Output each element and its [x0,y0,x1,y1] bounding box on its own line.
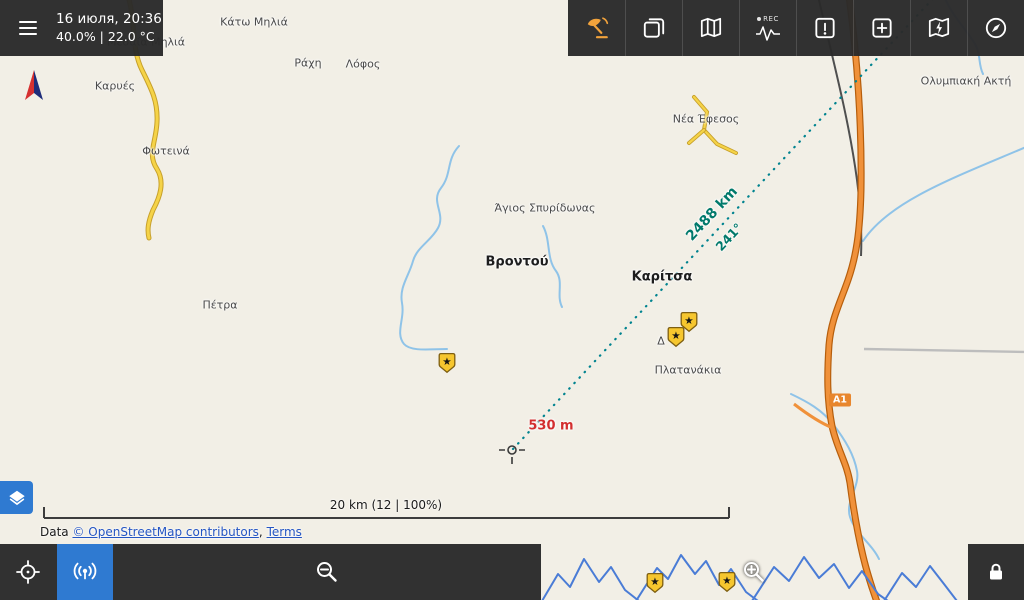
map-source-button[interactable] [625,0,682,56]
zoom-in-button[interactable] [726,544,782,600]
record-dot-icon [757,17,761,21]
folded-map-icon [698,15,724,41]
rec-status: REC [757,15,779,23]
road-shield-a1: A1 [829,394,851,407]
svg-text:★: ★ [650,576,659,588]
map-bolt-icon [926,15,952,41]
quick-actions-button[interactable] [910,0,967,56]
svg-text:★: ★ [442,356,451,368]
motorway-a1 [794,0,877,600]
compass-north-icon[interactable] [16,66,52,110]
location-target-icon [15,559,41,585]
rec-label: REC [763,15,779,23]
copy-layers-icon [641,15,667,41]
attribution: Data © OpenStreetMap contributors, Terms [40,525,302,539]
broadcast-button[interactable] [57,544,113,600]
favorite-marker-icon[interactable]: ★ [438,352,456,373]
add-widget-button[interactable] [853,0,910,56]
map-mode-button[interactable] [682,0,739,56]
map-place-label: Λόφος [346,58,381,71]
map-place-label: Άγιος Σπυρίδωνας [495,202,596,215]
alert-note-icon [812,15,838,41]
screen-lock-button[interactable] [968,544,1024,600]
osm-notes-button[interactable] [796,0,853,56]
favorite-marker-icon[interactable]: ★ [680,311,698,332]
satellite-dish-icon [584,15,610,41]
map-place-label: Ολυμπιακή Ακτή [921,75,1012,88]
favorite-marker-icon[interactable]: ★ [646,572,664,593]
lock-icon [984,560,1008,584]
scale-zoom-label: 20 km (12 | 100%) [330,498,442,512]
map-app-screen: Κάτω ΜηλιάΜεσαία ΜηλιάΡάχηΛόφοςΚαρυέςΟλυ… [0,0,1024,600]
datetime-label: 16 июля, 20:36 [56,11,162,28]
broadcast-antenna-icon [72,559,98,585]
waveform-icon [755,24,781,42]
map-place-label: Πλατανάκια [655,364,722,377]
trip-recording-button[interactable]: REC [739,0,796,56]
layers-icon [7,488,27,508]
my-location-button[interactable] [0,544,56,600]
map-place-label: Δ [657,335,665,348]
osm-contributors-link[interactable]: © OpenStreetMap contributors [72,525,258,539]
gps-status-button[interactable] [568,0,625,56]
top-toolbar: REC [568,0,1024,56]
hamburger-icon [19,17,37,39]
svg-text:★: ★ [684,315,693,327]
menu-button[interactable] [0,0,56,56]
explore-button[interactable] [967,0,1024,56]
map-place-label: Καρυές [95,80,135,93]
explore-compass-icon [983,15,1009,41]
map-place-label: Κάτω Μηλιά [220,16,288,29]
map-place-label: Πέτρα [202,299,237,312]
terms-link[interactable]: Terms [267,525,302,539]
zoom-in-icon [741,559,767,585]
map-layers-button[interactable] [0,481,33,514]
plus-square-icon [869,15,895,41]
map-place-label: Καρίτσα [632,270,693,285]
zoom-out-button[interactable] [299,544,355,600]
map-place-label: Βροντού [485,255,548,270]
bottom-toolbar [0,544,541,600]
minor-road [864,349,1024,352]
elevation-label: 530 m [528,419,573,434]
attribution-separator: , [259,525,267,539]
battery-temp-label: 40.0% | 22.0 °C [56,28,162,45]
map-place-label: Ράχη [294,57,321,70]
attribution-prefix: Data [40,525,72,539]
map-place-label: Νέα Έφεσος [673,113,740,126]
status-text: 16 июля, 20:36 40.0% | 22.0 °C [56,11,162,45]
status-widget: 16 июля, 20:36 40.0% | 22.0 °C [0,0,163,56]
zoom-out-icon [314,559,340,585]
map-canvas [0,0,1024,600]
map-place-label: Φωτεινά [142,145,190,158]
